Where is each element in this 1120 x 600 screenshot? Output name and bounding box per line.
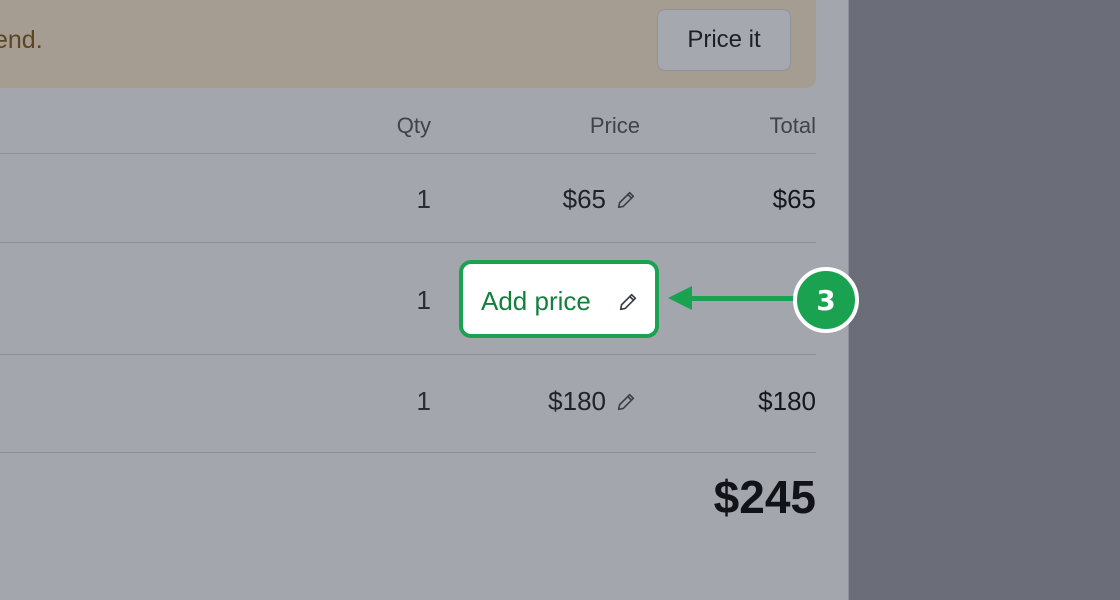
add-price-label: Add price: [481, 286, 591, 316]
column-header-price: Price: [589, 113, 640, 138]
row-qty: 1: [416, 184, 431, 214]
grand-total: $245: [713, 471, 816, 523]
row-price[interactable]: $65: [500, 184, 606, 215]
column-header-qty: Qty: [396, 113, 431, 138]
price-it-button[interactable]: Price it: [657, 9, 791, 71]
pencil-icon[interactable]: [615, 391, 637, 413]
pencil-icon[interactable]: [615, 189, 637, 211]
column-header-total: Total: [769, 113, 816, 138]
row-total: $65: [772, 184, 816, 214]
totals-divider: [0, 452, 816, 453]
row-price[interactable]: $180: [500, 386, 606, 417]
row-total: $180: [758, 386, 816, 416]
row-qty: 1: [416, 285, 431, 315]
callout-arrow-line: [688, 296, 796, 301]
banner-text: end.: [0, 26, 43, 54]
row-divider: [0, 354, 816, 355]
add-price-button[interactable]: Add price: [459, 260, 659, 338]
step-badge: 3: [793, 267, 859, 333]
row-qty: 1: [416, 386, 431, 416]
pencil-icon: [619, 293, 637, 311]
background-overlay: [850, 0, 1120, 600]
header-divider: [0, 153, 816, 154]
row-divider: [0, 242, 816, 243]
